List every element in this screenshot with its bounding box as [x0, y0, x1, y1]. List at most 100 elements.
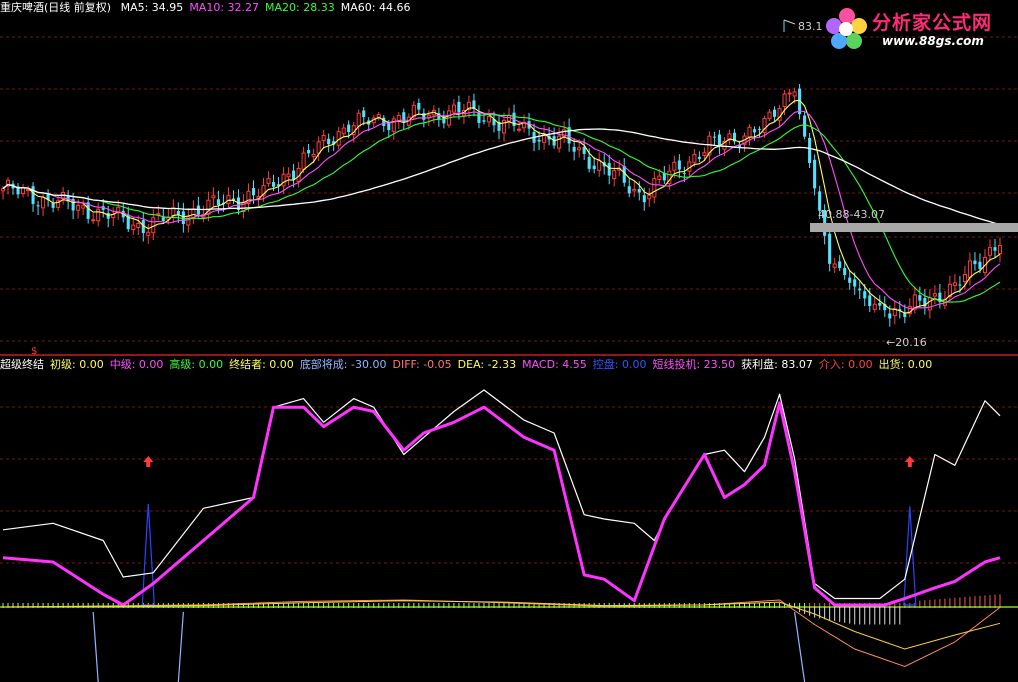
candle-body — [76, 204, 81, 211]
indicator-value-8: MACD: 4.55 — [522, 358, 587, 371]
candle-body — [872, 303, 877, 310]
candle-body — [627, 186, 631, 194]
candle-body — [51, 203, 55, 208]
candle-body — [782, 93, 787, 108]
candle-body — [607, 163, 611, 176]
candle-body — [251, 188, 256, 196]
candle — [808, 132, 812, 169]
candle-body — [973, 260, 977, 265]
candle-body — [286, 173, 291, 178]
ma-value-0: MA5: 34.95 — [120, 1, 184, 14]
candle-body — [677, 160, 681, 170]
price-annotation-2: ←20.16 — [886, 336, 927, 349]
indicator-value-1: 初级: 0.00 — [50, 358, 104, 371]
candle-body — [266, 178, 271, 184]
stock-label: 重庆啤酒(日线 前复权) — [0, 1, 112, 14]
candle-body — [196, 205, 200, 215]
price-annotation-0: 83.1 — [798, 20, 823, 33]
candle-body — [632, 188, 637, 192]
candle-body — [327, 138, 331, 145]
candle-body — [858, 288, 862, 291]
candle-body — [813, 159, 817, 189]
candle-body — [0, 188, 6, 192]
candle-body — [712, 136, 716, 138]
candle-body — [597, 160, 602, 171]
candle-body — [587, 156, 591, 169]
candle-body — [176, 211, 180, 215]
candle-body — [863, 291, 867, 299]
candle-body — [216, 199, 220, 206]
stock-chart[interactable]: $ 83.1 40.88-43.07 ←20.16 — [0, 0, 1018, 682]
candle-body — [307, 150, 311, 154]
candle-body — [36, 205, 40, 207]
candle-body — [81, 205, 86, 209]
candle-body — [642, 195, 646, 203]
candle-body — [918, 295, 922, 301]
candle-body — [161, 217, 165, 221]
indicator-value-11: 获利盘: 83.07 — [741, 358, 813, 371]
candle-body — [271, 182, 276, 187]
indicator-value-10: 短线投机: 23.50 — [652, 358, 736, 371]
candle-body — [993, 247, 997, 251]
candle-body — [927, 297, 932, 311]
ma-value-2: MA20: 28.33 — [265, 1, 335, 14]
candle-body — [717, 134, 721, 146]
indicator-value-12: 介入: 0.00 — [818, 358, 873, 371]
candle-body — [391, 118, 396, 132]
site-logo: 分析家公式网 www.88gs.com — [820, 4, 1010, 56]
flower-logo-icon — [826, 8, 867, 49]
candle-body — [682, 172, 686, 174]
indicator-value-4: 终结者: 0.00 — [229, 358, 294, 371]
price-header: 重庆啤酒(日线 前复权) MA5: 34.95 MA10: 32.27 MA20: … — [0, 0, 422, 16]
candle-body — [316, 141, 321, 154]
candle-body — [537, 139, 541, 142]
indicator-value-2: 中级: 0.00 — [109, 358, 164, 371]
gap-band — [810, 223, 1018, 232]
price-annotation-1: 40.88-43.07 — [818, 208, 885, 221]
candle-body — [402, 112, 406, 123]
candle-body — [657, 175, 662, 180]
candle-body — [773, 109, 777, 117]
candle-body — [967, 260, 972, 278]
candle-body — [281, 173, 286, 187]
candle-body — [767, 111, 772, 119]
candle-body — [853, 279, 857, 287]
indicator-value-9: 控盘: 0.00 — [592, 358, 647, 371]
candle-body — [362, 110, 366, 118]
candle-body — [292, 170, 296, 180]
candle-body — [637, 189, 641, 193]
candle-body — [301, 152, 306, 170]
indicator-value-5: 底部将成: -30.00 — [299, 358, 387, 371]
indicator-value-7: DEA: -2.33 — [457, 358, 517, 371]
candle-body — [451, 104, 456, 113]
candle-body — [417, 102, 421, 110]
logo-url: www.88gs.com — [882, 34, 984, 48]
candle-body — [702, 152, 707, 156]
candle-body — [347, 124, 351, 133]
candle-body — [832, 263, 837, 268]
candle-body — [747, 126, 752, 138]
indicator-value-6: DIFF: -0.05 — [392, 358, 452, 371]
candle-body — [672, 161, 677, 171]
ma-value-3: MA60: 44.66 — [340, 1, 411, 14]
candle-body — [181, 211, 185, 225]
candle-body — [356, 112, 361, 127]
candle-body — [843, 267, 847, 276]
candle-body — [878, 302, 882, 306]
ma-values: MA5: 34.95 MA10: 32.27 MA20: 28.33 MA60: 44… — [121, 1, 417, 14]
candle-body — [978, 261, 982, 269]
candle-body — [341, 127, 346, 135]
candle-body — [987, 247, 993, 256]
candle-body — [477, 112, 481, 123]
candle-body — [557, 135, 562, 149]
logo-title: 分析家公式网 — [872, 12, 993, 34]
candle-body — [868, 295, 872, 307]
candle-body — [848, 277, 852, 283]
candle-body — [958, 284, 962, 286]
candle-body — [572, 146, 576, 152]
candle-body — [131, 224, 136, 231]
candle-body — [962, 274, 967, 283]
candle-body — [482, 120, 486, 122]
ma-value-1: MA10: 32.27 — [189, 1, 260, 14]
candle-body — [516, 128, 522, 131]
